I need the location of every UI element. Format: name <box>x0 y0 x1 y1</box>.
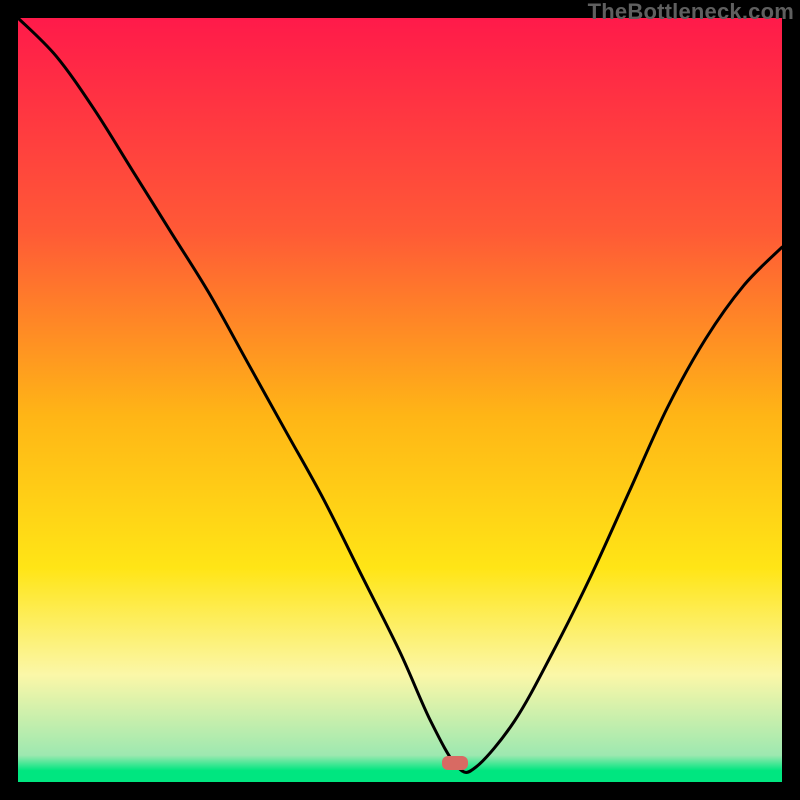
heat-gradient-background <box>18 18 782 782</box>
plot-area <box>18 18 782 782</box>
watermark-text: TheBottleneck.com <box>588 0 794 25</box>
chart-container: TheBottleneck.com <box>0 0 800 800</box>
optimum-marker <box>442 756 468 770</box>
